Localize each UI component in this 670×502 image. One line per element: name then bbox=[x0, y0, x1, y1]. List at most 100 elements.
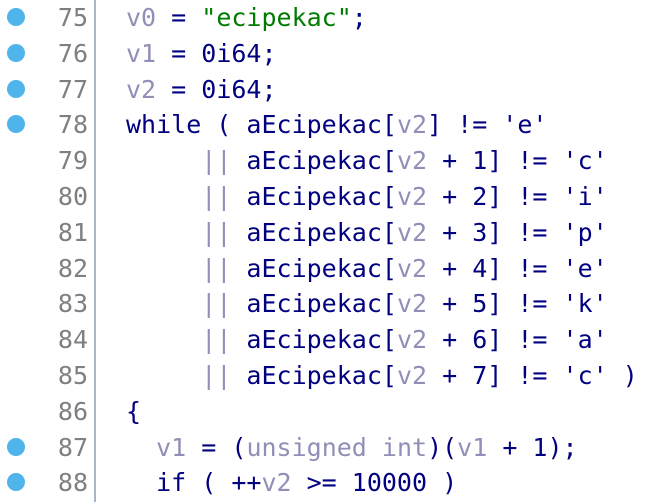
code-token: || bbox=[201, 253, 232, 283]
code-token: aEcipekac[ bbox=[231, 289, 397, 319]
code-token: = bbox=[156, 3, 202, 32]
code-token: aEcipekac[ bbox=[231, 146, 397, 176]
code-token: + 6] != 'a' bbox=[427, 325, 608, 355]
breakpoint-dot-icon[interactable] bbox=[7, 8, 25, 26]
code-token: aEcipekac[ bbox=[231, 217, 397, 247]
code-token: )( bbox=[427, 432, 458, 462]
line-number: 79 bbox=[57, 146, 88, 176]
code-token: = 0i64; bbox=[156, 74, 277, 104]
code-text: || aEcipekac[v2 + 5] != 'k' bbox=[126, 286, 608, 322]
code-line[interactable]: 86 { bbox=[0, 394, 670, 430]
code-token: ] != 'e' bbox=[427, 110, 548, 140]
code-token: >= 10000 ) bbox=[291, 468, 458, 498]
code-line[interactable]: 77 v2 = 0i64; bbox=[0, 72, 670, 108]
code-token: v2 bbox=[396, 182, 428, 211]
code-token: v2 bbox=[396, 289, 428, 319]
code-text: v1 = 0i64; bbox=[126, 36, 277, 72]
line-number: 78 bbox=[57, 110, 88, 140]
code-token: + 5] != 'k' bbox=[427, 289, 608, 319]
code-text: if ( ++v2 >= 10000 ) bbox=[126, 465, 457, 501]
code-token: || bbox=[201, 361, 232, 390]
line-number: 84 bbox=[57, 325, 88, 355]
code-token: v2 bbox=[396, 110, 428, 140]
code-token: aEcipekac[ bbox=[231, 253, 397, 283]
code-line[interactable]: 80 || aEcipekac[v2 + 2] != 'i' bbox=[0, 179, 670, 215]
code-text: || aEcipekac[v2 + 4] != 'e' bbox=[126, 251, 608, 287]
breakpoint-dot-icon[interactable] bbox=[7, 43, 25, 62]
code-token: v1 bbox=[457, 432, 488, 462]
code-token: v2 bbox=[261, 468, 292, 498]
code-token: unsigned int bbox=[246, 432, 428, 462]
code-token: v1 bbox=[126, 38, 157, 68]
code-token: ; bbox=[351, 3, 367, 32]
code-line[interactable]: 82 || aEcipekac[v2 + 4] != 'e' bbox=[0, 251, 670, 287]
code-line[interactable]: 76 v1 = 0i64; bbox=[0, 36, 670, 72]
breakpoint-dot-icon[interactable] bbox=[7, 437, 25, 456]
code-token: v2 bbox=[396, 325, 428, 355]
code-line[interactable]: 84 || aEcipekac[v2 + 6] != 'a' bbox=[0, 322, 670, 358]
line-number: 87 bbox=[57, 432, 88, 462]
code-token: + 1] != 'c' bbox=[427, 146, 608, 176]
code-text: || aEcipekac[v2 + 2] != 'i' bbox=[126, 179, 608, 215]
code-line[interactable]: 87 v1 = (unsigned int)(v1 + 1); bbox=[0, 430, 670, 466]
code-token: while ( aEcipekac[ bbox=[126, 110, 397, 140]
code-token: || bbox=[201, 146, 232, 176]
code-token: = 0i64; bbox=[156, 38, 277, 68]
code-line[interactable]: 78 while ( aEcipekac[v2] != 'e' bbox=[0, 107, 670, 143]
code-token: "ecipekac" bbox=[201, 3, 352, 32]
code-text: || aEcipekac[v2 + 3] != 'p' bbox=[126, 215, 608, 251]
breakpoint-dot-icon[interactable] bbox=[7, 79, 25, 98]
code-line[interactable]: 83 || aEcipekac[v2 + 5] != 'k' bbox=[0, 286, 670, 322]
code-token: = ( bbox=[186, 432, 247, 462]
code-text: || aEcipekac[v2 + 6] != 'a' bbox=[126, 322, 608, 358]
code-line[interactable]: 81 || aEcipekac[v2 + 3] != 'p' bbox=[0, 215, 670, 251]
code-token: aEcipekac[ bbox=[231, 182, 397, 211]
line-number: 88 bbox=[57, 468, 88, 498]
line-number: 76 bbox=[57, 38, 88, 68]
code-text: v2 = 0i64; bbox=[126, 72, 277, 108]
code-line[interactable]: 85 || aEcipekac[v2 + 7] != 'c' ) bbox=[0, 358, 670, 394]
code-text: v0 = "ecipekac"; bbox=[126, 0, 367, 36]
code-token: + 3] != 'p' bbox=[427, 217, 608, 247]
code-token: v2 bbox=[396, 361, 428, 390]
code-line[interactable]: 88 if ( ++v2 >= 10000 ) bbox=[0, 465, 670, 501]
line-number: 85 bbox=[57, 361, 88, 390]
code-token: + 2] != 'i' bbox=[427, 182, 608, 211]
code-text: || aEcipekac[v2 + 1] != 'c' bbox=[126, 143, 608, 179]
code-token: || bbox=[201, 289, 232, 319]
line-number: 77 bbox=[57, 74, 88, 104]
code-token: v1 bbox=[156, 432, 187, 462]
line-number: 80 bbox=[57, 182, 88, 211]
line-number: 83 bbox=[57, 289, 88, 319]
line-number: 81 bbox=[57, 217, 88, 247]
code-token: || bbox=[201, 325, 232, 355]
code-token: + 4] != 'e' bbox=[427, 253, 608, 283]
code-token: if ( ++ bbox=[156, 468, 262, 498]
breakpoint-dot-icon[interactable] bbox=[7, 473, 25, 492]
code-token: || bbox=[201, 182, 232, 211]
code-token: + 7] != 'c' ) bbox=[427, 361, 638, 390]
code-line[interactable]: 79 || aEcipekac[v2 + 1] != 'c' bbox=[0, 143, 670, 179]
code-token: v0 bbox=[126, 3, 157, 32]
code-token: aEcipekac[ bbox=[231, 361, 397, 390]
breakpoint-dot-icon[interactable] bbox=[7, 115, 25, 134]
code-editor[interactable]: 75 v0 = "ecipekac"; 76 v1 = 0i64; 77 v2 = 0i6… bbox=[0, 0, 670, 502]
code-text: while ( aEcipekac[v2] != 'e' bbox=[126, 107, 547, 143]
line-number: 86 bbox=[57, 396, 88, 426]
code-token: || bbox=[201, 217, 232, 247]
code-token: + 1); bbox=[487, 432, 578, 462]
code-token: { bbox=[126, 396, 142, 426]
code-text: { bbox=[126, 394, 141, 430]
code-text: || aEcipekac[v2 + 7] != 'c' ) bbox=[126, 358, 638, 394]
code-token: v2 bbox=[396, 217, 428, 247]
code-line[interactable]: 75 v0 = "ecipekac"; bbox=[0, 0, 670, 36]
line-number: 82 bbox=[57, 253, 88, 283]
